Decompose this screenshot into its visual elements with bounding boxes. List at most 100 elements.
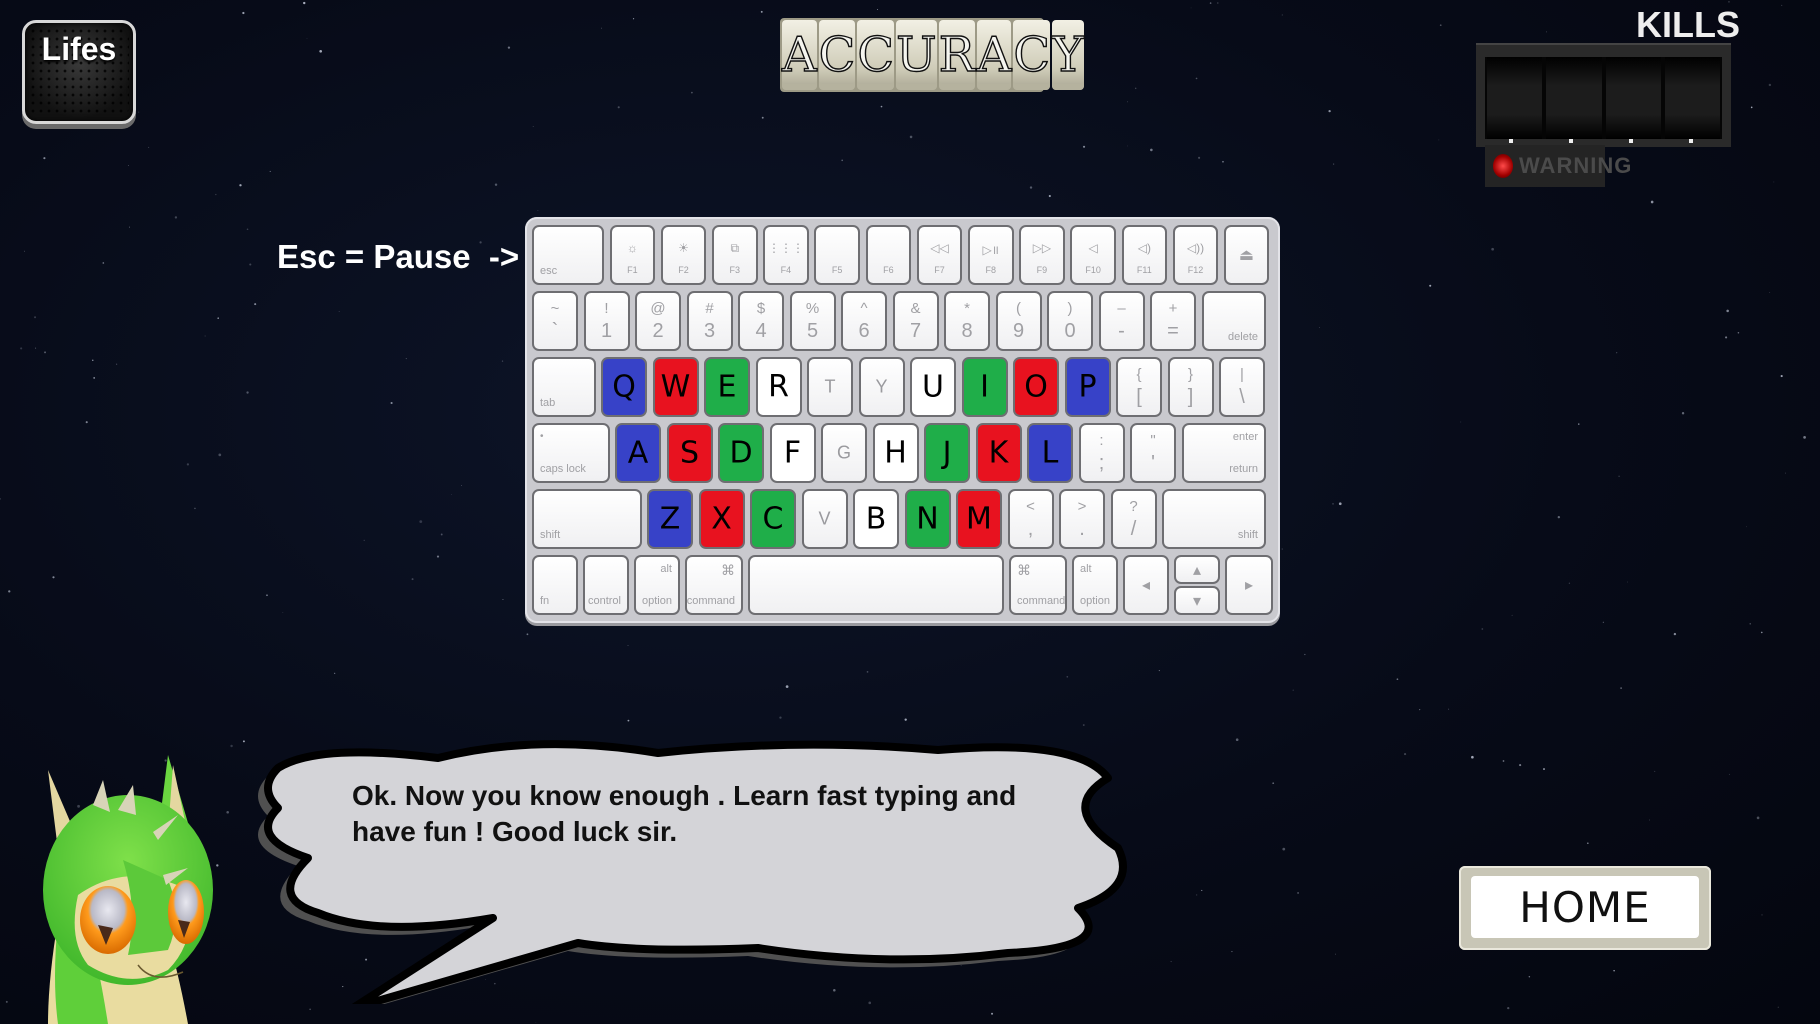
key-arrow-up[interactable]: ▴ <box>1174 555 1220 584</box>
key-q[interactable]: Q <box>601 357 647 417</box>
key-number[interactable]: ^ 6 <box>841 291 887 351</box>
key-number[interactable]: + = <box>1150 291 1196 351</box>
key-number[interactable]: (9 <box>995 291 1042 351</box>
key-f6[interactable]: F6 <box>865 225 912 285</box>
key-k[interactable]: K <box>975 423 1022 483</box>
key-v[interactable]: V <box>801 489 848 549</box>
key-option-left[interactable]: alt option <box>634 555 680 615</box>
star <box>617 106 620 109</box>
home-button-label[interactable]: HOME <box>1471 876 1699 938</box>
key-shift-right[interactable]: shift <box>1162 489 1266 549</box>
key-f1[interactable]: ☼ F1 <box>609 225 656 285</box>
key-d[interactable]: D <box>718 423 764 483</box>
key-label: fn <box>540 595 550 607</box>
key-punctuation[interactable]: " ' <box>1130 423 1176 483</box>
star <box>5 1000 8 1003</box>
star <box>501 360 504 362</box>
key-command-left[interactable]: ⌘ command <box>685 555 743 615</box>
key-r[interactable]: R <box>755 357 802 417</box>
key-punctuation[interactable]: | \ <box>1219 357 1265 417</box>
key-u[interactable]: U <box>910 357 956 417</box>
key-number[interactable]: @2 <box>635 291 681 351</box>
key-punctuation[interactable]: >. <box>1059 489 1105 549</box>
key-delete[interactable]: delete <box>1201 291 1266 351</box>
key-punctuation[interactable]: {[ <box>1116 357 1162 417</box>
star <box>1281 14 1283 16</box>
key-l[interactable]: L <box>1027 423 1073 483</box>
key-b[interactable]: B <box>853 489 899 549</box>
key-f9[interactable]: ▷▷ F9 <box>1019 225 1065 285</box>
key-f2[interactable]: ☀ F2 <box>660 225 707 285</box>
key-p[interactable]: P <box>1064 357 1111 417</box>
key-number[interactable]: – - <box>1098 291 1145 351</box>
key-punctuation[interactable]: ? / <box>1110 489 1157 549</box>
key-f5[interactable]: F5 <box>814 225 860 285</box>
key-number[interactable]: & 7 <box>892 291 939 351</box>
key-o[interactable]: O <box>1013 357 1059 417</box>
key-fn[interactable]: fn <box>532 555 578 615</box>
key-arrow-down[interactable]: ▾ <box>1174 586 1220 615</box>
key-i[interactable]: I <box>961 357 1008 417</box>
key-c[interactable]: C <box>750 489 796 549</box>
key-number[interactable]: * 8 <box>944 291 990 351</box>
key-number[interactable]: $4 <box>738 291 784 351</box>
key-shift-left[interactable]: shift <box>532 489 642 549</box>
warning-light-icon <box>1493 154 1513 178</box>
key-eject[interactable]: ⏏ <box>1223 225 1269 285</box>
key-arrow-right[interactable]: ▸ <box>1225 555 1273 615</box>
key-label: F11 <box>1136 265 1152 275</box>
key-y[interactable]: Y <box>858 357 905 417</box>
star <box>601 27 603 29</box>
key-m[interactable]: M <box>956 489 1002 549</box>
star <box>785 685 789 688</box>
key-option-right[interactable]: alt option <box>1072 555 1118 615</box>
key-number[interactable]: ! 1 <box>583 291 630 351</box>
key-label: 6 <box>858 320 870 342</box>
key-w[interactable]: W <box>652 357 699 417</box>
key-f[interactable]: F <box>769 423 816 483</box>
key-esc[interactable]: esc <box>532 225 604 285</box>
key-return[interactable]: enter return <box>1181 423 1266 483</box>
key-f4[interactable]: ⋮⋮⋮ F4 <box>763 225 809 285</box>
key-space[interactable] <box>748 555 1004 615</box>
key-label: ' <box>1151 452 1155 474</box>
star <box>338 310 340 312</box>
key-z[interactable]: Z <box>647 489 693 549</box>
star <box>494 183 498 186</box>
key-label: F1 <box>627 265 638 275</box>
key-control[interactable]: control <box>583 555 629 615</box>
key-punctuation[interactable]: }] <box>1167 357 1214 417</box>
key-tab[interactable]: tab <box>532 357 596 417</box>
key-f11[interactable]: ◁) F11 <box>1121 225 1168 285</box>
key-f7[interactable]: ◁◁ F7 <box>916 225 963 285</box>
key-t[interactable]: T <box>807 357 853 417</box>
key-caps-lock[interactable]: • caps lock <box>532 423 610 483</box>
key-g[interactable]: G <box>821 423 867 483</box>
key-number[interactable]: ~ ` <box>532 291 578 351</box>
home-button[interactable]: HOME <box>1459 866 1711 950</box>
key-a[interactable]: A <box>615 423 661 483</box>
key-n[interactable]: N <box>904 489 951 549</box>
key-e[interactable]: E <box>704 357 750 417</box>
key-number[interactable]: #3 <box>686 291 733 351</box>
key-number[interactable]: % 5 <box>789 291 836 351</box>
kills-reels <box>1485 57 1722 139</box>
key-command-right[interactable]: ⌘ command <box>1009 555 1067 615</box>
key-s[interactable]: S <box>666 423 713 483</box>
key-f10[interactable]: ◁ F10 <box>1070 225 1116 285</box>
key-x[interactable]: X <box>698 489 745 549</box>
key-f8[interactable]: ▷॥ F8 <box>967 225 1014 285</box>
key-h[interactable]: H <box>872 423 919 483</box>
star <box>1749 623 1751 625</box>
key-f3[interactable]: ⧉ F3 <box>711 225 758 285</box>
key-punctuation[interactable]: <, <box>1007 489 1054 549</box>
star <box>1528 976 1531 978</box>
key-number[interactable]: ) 0 <box>1047 291 1093 351</box>
dialog-text: Ok. Now you know enough . Learn fast typ… <box>352 780 1017 847</box>
key-arrow-left[interactable]: ◂ <box>1123 555 1169 615</box>
key-letter: G <box>836 442 851 463</box>
key-f12[interactable]: ◁)) F12 <box>1172 225 1219 285</box>
key-punctuation[interactable]: :; <box>1078 423 1125 483</box>
key-j[interactable]: J <box>924 423 970 483</box>
key-letter: D <box>729 435 753 471</box>
